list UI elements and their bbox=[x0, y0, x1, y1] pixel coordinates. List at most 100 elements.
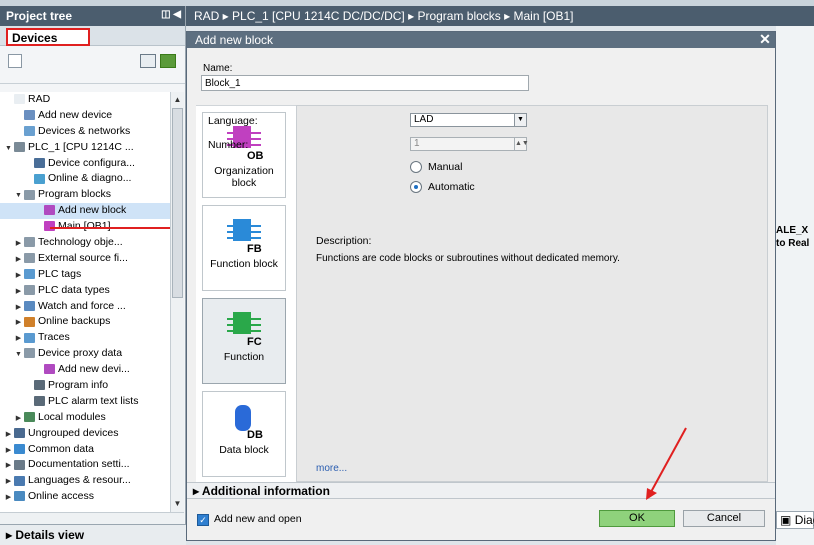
folder-icon bbox=[24, 316, 35, 327]
expand-toggle-icon[interactable]: ▶ bbox=[4, 474, 13, 490]
tree-item[interactable]: ▶ Online access bbox=[0, 489, 170, 505]
tree-item[interactable]: Device configura... bbox=[0, 156, 170, 172]
tree-item[interactable]: ▼ Device proxy data bbox=[0, 346, 170, 362]
new-item-icon[interactable] bbox=[8, 54, 22, 68]
expand-toggle-icon[interactable]: ▶ bbox=[14, 315, 23, 331]
scroll-thumb[interactable] bbox=[172, 108, 183, 298]
tree-item[interactable]: ▶ Languages & resour... bbox=[0, 473, 170, 489]
block-type-fc[interactable]: FC Function bbox=[202, 298, 286, 384]
name-label: Name: bbox=[203, 63, 233, 74]
block-type-label: Function bbox=[223, 351, 265, 363]
expand-toggle-icon[interactable]: ▶ bbox=[14, 284, 23, 300]
expand-toggle-icon[interactable]: ▶ bbox=[4, 490, 13, 506]
folder-icon bbox=[24, 284, 35, 295]
number-spinner-icon[interactable]: ▲▼ bbox=[514, 138, 529, 150]
tree-item[interactable]: ▶ External source fi... bbox=[0, 251, 170, 267]
scroll-up-icon[interactable]: ▲ bbox=[172, 94, 183, 106]
expand-toggle-icon[interactable]: ▶ bbox=[14, 236, 23, 252]
tree-item[interactable]: Devices & networks bbox=[0, 124, 170, 140]
add-block-icon bbox=[44, 205, 55, 216]
expand-toggle-icon[interactable]: ▼ bbox=[14, 188, 23, 204]
add-new-block-dialog: Add new block ✕ Name: OB Organization blo… bbox=[186, 31, 776, 541]
tab-devices[interactable]: Devices bbox=[6, 28, 90, 46]
expand-toggle-icon[interactable]: ▶ bbox=[14, 268, 23, 284]
tree-item[interactable]: RAD bbox=[0, 92, 170, 108]
expand-toggle-icon[interactable]: ▶ bbox=[14, 331, 23, 347]
tree-item[interactable]: PLC alarm text lists bbox=[0, 394, 170, 410]
expand-toggle-icon[interactable]: ▶ bbox=[4, 458, 13, 474]
expand-toggle-icon[interactable]: ▶ bbox=[4, 443, 13, 459]
tree-item[interactable]: ▶ Online backups bbox=[0, 314, 170, 330]
tree-item[interactable]: Add new block bbox=[0, 203, 170, 220]
block-number-input[interactable]: 1 ▲▼ bbox=[410, 137, 529, 151]
radio-automatic[interactable] bbox=[410, 181, 422, 193]
tree-item[interactable]: ▶ PLC data types bbox=[0, 283, 170, 299]
tree-item[interactable]: ▶ Traces bbox=[0, 330, 170, 346]
block-code: FC bbox=[247, 336, 262, 348]
block-name-input[interactable] bbox=[201, 75, 529, 91]
tree-item-label: Add new block bbox=[58, 204, 127, 217]
expand-toggle-icon[interactable]: ▶ bbox=[14, 300, 23, 316]
tree-item-label: Device proxy data bbox=[38, 347, 123, 360]
close-icon[interactable]: ✕ bbox=[755, 32, 775, 48]
tree-vertical-scrollbar[interactable]: ▲ ▼ bbox=[170, 92, 184, 512]
block-type-fb[interactable]: FB Function block bbox=[202, 205, 286, 291]
additional-information-section[interactable]: ▸ Additional information bbox=[187, 482, 775, 499]
editor-background: ALE_X to Real bbox=[776, 26, 814, 545]
block-type-db[interactable]: DB Data block bbox=[202, 391, 286, 477]
expand-toggle-icon[interactable]: ▼ bbox=[4, 141, 13, 157]
expand-toggle-icon[interactable]: ▼ bbox=[14, 347, 23, 363]
scroll-down-icon[interactable]: ▼ bbox=[172, 498, 183, 510]
tree-horizontal-scrollbar[interactable] bbox=[0, 512, 184, 524]
add-new-and-open-checkbox[interactable]: ✓ bbox=[197, 514, 209, 526]
documentation-icon bbox=[14, 459, 25, 470]
folder-icon bbox=[24, 300, 35, 311]
more-link[interactable]: more... bbox=[316, 463, 347, 474]
details-view-section[interactable]: ▸ Details view bbox=[0, 524, 186, 545]
tree-item[interactable]: ▶ Ungrouped devices bbox=[0, 426, 170, 442]
add-device-icon bbox=[24, 110, 35, 121]
tree-item[interactable]: ▶ Documentation setti... bbox=[0, 457, 170, 473]
tree-item[interactable]: Add new devi... bbox=[0, 362, 170, 378]
tree-item-label: Online & diagno... bbox=[48, 172, 132, 185]
tree-item[interactable]: ▶ Technology obje... bbox=[0, 235, 170, 251]
language-select[interactable]: LAD ▼ bbox=[410, 113, 527, 127]
tree-item[interactable]: ▶ Watch and force ... bbox=[0, 299, 170, 315]
tree-item[interactable]: ▼ PLC_1 [CPU 1214C ... bbox=[0, 140, 170, 156]
tree-item-label: Add new devi... bbox=[58, 363, 130, 376]
tree-item[interactable]: ▶ PLC tags bbox=[0, 267, 170, 283]
tree-item-label: PLC_1 [CPU 1214C ... bbox=[28, 140, 134, 153]
tree-item[interactable]: Program info bbox=[0, 378, 170, 394]
expand-toggle-icon[interactable]: ▶ bbox=[14, 252, 23, 268]
tree-item[interactable]: ▶ Common data bbox=[0, 442, 170, 458]
project-icon bbox=[14, 94, 25, 105]
cancel-button[interactable]: Cancel bbox=[683, 510, 765, 527]
tree-item[interactable]: Add new device bbox=[0, 108, 170, 124]
tree-item[interactable]: ▶ Local modules bbox=[0, 410, 170, 426]
plc-icon bbox=[14, 141, 25, 152]
expand-toggle-icon[interactable]: ▶ bbox=[4, 427, 13, 443]
tab-diagnostics[interactable]: ▣ Diag bbox=[776, 511, 814, 529]
block-type-label: Data block bbox=[219, 444, 269, 456]
tree-item[interactable]: ▼ Program blocks bbox=[0, 187, 170, 203]
add-device-icon bbox=[44, 364, 55, 375]
additional-info-label: Additional information bbox=[201, 484, 330, 498]
diagnostics-icon: ▣ bbox=[780, 513, 792, 527]
expand-toggle-icon[interactable]: ▶ bbox=[14, 411, 23, 427]
block-code: OB bbox=[247, 150, 264, 162]
tree-item-label: RAD bbox=[28, 93, 51, 105]
description-text: Functions are code blocks or subroutines… bbox=[316, 253, 620, 264]
background-text-2: to Real bbox=[776, 238, 810, 249]
collapse-panel-icon[interactable]: ◫ ◀ bbox=[161, 9, 181, 20]
folder-icon bbox=[24, 237, 35, 248]
view-toggle-icon[interactable] bbox=[140, 54, 156, 68]
radio-manual[interactable] bbox=[410, 161, 422, 173]
network-icon bbox=[24, 126, 35, 136]
tree-item[interactable]: Online & diagno... bbox=[0, 171, 170, 187]
tree-item-label: Traces bbox=[38, 331, 70, 344]
dropdown-arrow-icon[interactable]: ▼ bbox=[514, 114, 526, 126]
ok-button[interactable]: OK bbox=[599, 510, 675, 527]
tree-item-label: External source fi... bbox=[38, 251, 128, 264]
fb-block-icon: FB bbox=[227, 219, 262, 255]
go-online-icon[interactable] bbox=[160, 54, 176, 68]
